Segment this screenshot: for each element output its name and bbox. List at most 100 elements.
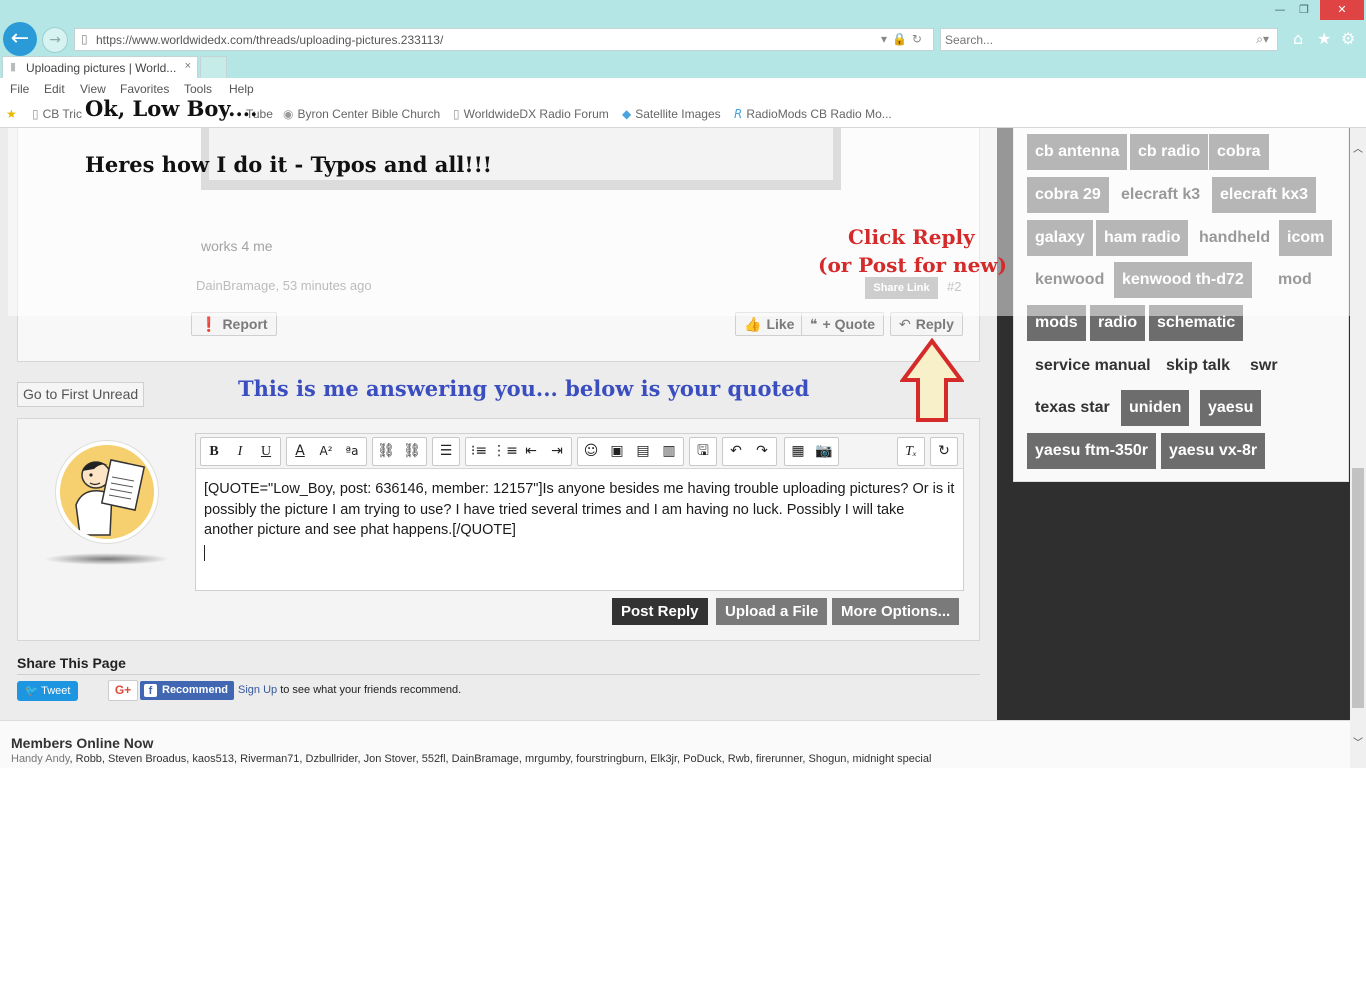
redo-icon[interactable]: ↷ — [749, 438, 775, 465]
tag-item[interactable]: cobra — [1209, 134, 1269, 170]
browser-tab[interactable]: ▮ Uploading pictures | World... × — [2, 56, 198, 78]
like-button[interactable]: 👍 Like — [735, 312, 804, 336]
tag-item[interactable]: galaxy — [1027, 220, 1093, 256]
address-actions-icon[interactable]: ▾🔒↻ — [881, 32, 927, 46]
tag-item[interactable]: yaesu — [1200, 390, 1262, 426]
search-box[interactable]: ⌕▾ — [940, 28, 1278, 51]
tag-item[interactable]: yaesu ftm-350r — [1027, 433, 1156, 469]
go-to-first-unread-button[interactable]: Go to First Unread — [17, 382, 145, 407]
back-button[interactable]: ← — [3, 22, 37, 56]
post-meta[interactable]: DainBramage, 53 minutes ago — [196, 278, 372, 293]
tag-item[interactable]: cobra 29 — [1027, 177, 1109, 213]
facebook-signup-link[interactable]: Sign Up — [238, 684, 277, 696]
new-tab-button[interactable] — [200, 56, 227, 78]
menu-edit[interactable]: Edit — [44, 82, 65, 96]
reply-button[interactable]: ↶ Reply — [890, 312, 963, 336]
restore-button[interactable]: ❐ — [1290, 0, 1318, 20]
search-icon[interactable]: ⌕▾ — [1256, 32, 1269, 47]
camera-icon[interactable]: 📷 — [811, 438, 837, 465]
tag-item[interactable]: texas star — [1027, 390, 1118, 426]
tag-item[interactable]: kenwood — [1027, 262, 1112, 298]
tag-item[interactable]: elecraft kx3 — [1212, 177, 1317, 213]
numbered-list-icon[interactable]: ⋮≡ — [492, 438, 518, 465]
settings-gear-icon[interactable]: ⚙ — [1341, 29, 1355, 48]
underline-button[interactable]: U — [253, 438, 279, 465]
reply-editor[interactable]: B I U A A² ªa ⛓ ⛓ ☰ ⁝≡ ⋮≡ ⇤ ⇥ ☺ ▣ ▤ ▥ 🖫 … — [195, 433, 964, 591]
post-number[interactable]: #2 — [947, 279, 961, 294]
font-size-icon[interactable]: A² — [313, 438, 339, 465]
insert-icon[interactable]: ▥ — [656, 438, 682, 465]
google-plus-button[interactable]: G+ — [108, 680, 138, 701]
tag-item[interactable]: cb antenna — [1027, 134, 1128, 170]
outdent-icon[interactable]: ⇤ — [518, 438, 544, 465]
scroll-down-icon[interactable]: ﹀ — [1350, 736, 1366, 752]
indent-icon[interactable]: ⇥ — [544, 438, 570, 465]
favorite-byron-center[interactable]: ◉ Byron Center Bible Church — [283, 107, 440, 121]
close-window-button[interactable]: ✕ — [1320, 0, 1364, 20]
tag-item[interactable]: schematic — [1149, 305, 1244, 341]
media-icon[interactable]: ▤ — [630, 438, 656, 465]
tag-item[interactable]: skip talk — [1158, 348, 1238, 384]
unlink-icon[interactable]: ⛓ — [399, 438, 425, 465]
tag-item[interactable]: mods — [1027, 305, 1086, 341]
text-color-icon[interactable]: A — [287, 438, 313, 465]
bold-button[interactable]: B — [201, 438, 227, 465]
menu-file[interactable]: File — [10, 82, 29, 96]
tag-item[interactable]: icom — [1279, 220, 1333, 256]
more-options-button[interactable]: More Options... — [832, 598, 960, 625]
editor-content[interactable]: [QUOTE="Low_Boy, post: 636146, member: 1… — [204, 479, 956, 541]
italic-button[interactable]: I — [227, 438, 253, 465]
favorite-cb-tricks[interactable]: ▯ CB Tric — [32, 107, 82, 121]
scroll-up-icon[interactable]: ︿ — [1350, 142, 1366, 158]
save-draft-icon[interactable]: 🖫 — [690, 438, 716, 465]
smilie-icon[interactable]: ☺ — [578, 438, 604, 465]
tag-item[interactable]: yaesu vx-8r — [1161, 433, 1266, 469]
favorites-star-add-icon[interactable]: ★ — [6, 107, 21, 121]
scroll-thumb[interactable] — [1352, 468, 1364, 708]
toggle-bbcode-icon[interactable]: ▦ — [785, 438, 811, 465]
tag-item[interactable]: ham radio — [1096, 220, 1189, 256]
font-family-icon[interactable]: ªa — [339, 438, 365, 465]
url-text[interactable]: https://www.worldwidedx.com/threads/uplo… — [96, 33, 443, 47]
favorite-worldwidedx[interactable]: ▯ WorldwideDX Radio Forum — [453, 107, 609, 121]
upload-file-button[interactable]: Upload a File — [716, 598, 828, 625]
menu-help[interactable]: Help — [229, 82, 254, 96]
facebook-recommend-button[interactable]: f Recommend — [140, 681, 234, 700]
tag-item[interactable]: elecraft k3 — [1113, 177, 1208, 213]
report-button[interactable]: ❗ Report — [191, 312, 277, 336]
search-input[interactable] — [945, 31, 1235, 48]
link-icon[interactable]: ⛓ — [373, 438, 399, 465]
remove-formatting-icon[interactable]: Tₓ — [898, 438, 924, 465]
page-scrollbar[interactable]: ︿ ﹀ — [1350, 128, 1366, 768]
member-links[interactable]: , Robb, Steven Broadus, kaos513, Riverma… — [70, 753, 932, 765]
tag-item[interactable]: swr — [1242, 348, 1286, 384]
restore-draft-icon[interactable]: ↻ — [931, 438, 957, 465]
favorite-satellite-images[interactable]: ◆ Satellite Images — [622, 107, 721, 121]
undo-icon[interactable]: ↶ — [723, 438, 749, 465]
tag-item[interactable]: handheld — [1191, 220, 1278, 256]
favorite-radiomods[interactable]: R RadioMods CB Radio Mo... — [734, 107, 892, 121]
menu-favorites[interactable]: Favorites — [120, 82, 169, 96]
tag-item[interactable]: uniden — [1121, 390, 1190, 426]
home-icon[interactable]: ⌂ — [1293, 29, 1303, 48]
tweet-button[interactable]: 🐦 Tweet — [17, 681, 78, 701]
tag-item[interactable]: cb radio — [1130, 134, 1209, 170]
align-left-icon[interactable]: ☰ — [433, 438, 459, 465]
tag-item[interactable]: mod — [1270, 262, 1320, 298]
tab-close-icon[interactable]: × — [185, 60, 191, 72]
forward-button[interactable]: → — [42, 27, 68, 53]
tag-item[interactable]: radio — [1090, 305, 1146, 341]
facebook-signup-text: Sign Up to see what your friends recomme… — [238, 684, 462, 696]
tag-item[interactable]: service manual — [1027, 348, 1159, 384]
menu-tools[interactable]: Tools — [184, 82, 212, 96]
member-link[interactable]: Handy Andy — [11, 753, 70, 765]
favorites-star-icon[interactable]: ★ — [1317, 29, 1331, 48]
share-link-button[interactable]: Share Link — [865, 277, 938, 299]
image-icon[interactable]: ▣ — [604, 438, 630, 465]
quote-button[interactable]: ❝ + Quote — [801, 312, 885, 336]
post-reply-button[interactable]: Post Reply — [612, 598, 708, 625]
tag-item[interactable]: kenwood th-d72 — [1114, 262, 1252, 298]
address-bar[interactable]: ▯ https://www.worldwidedx.com/threads/up… — [74, 28, 934, 51]
menu-view[interactable]: View — [80, 82, 106, 96]
bullet-list-icon[interactable]: ⁝≡ — [466, 438, 492, 465]
